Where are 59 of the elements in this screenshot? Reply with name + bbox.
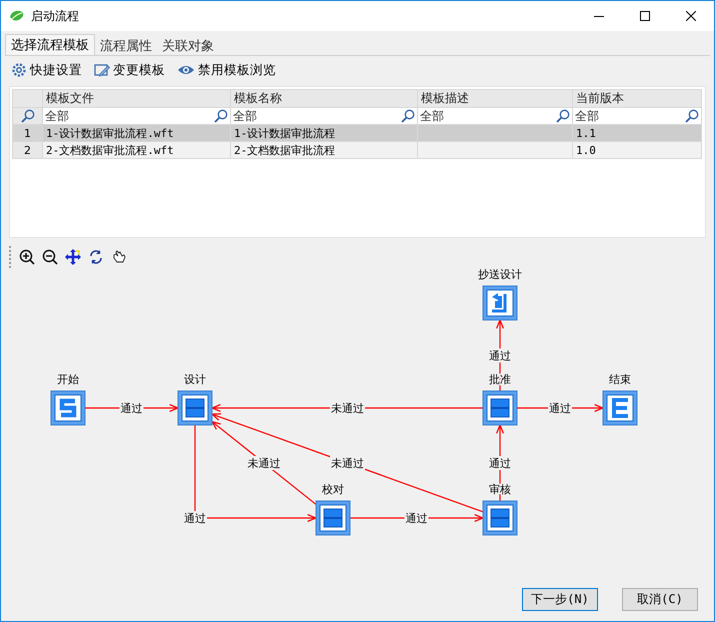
- task-node: [482, 390, 518, 426]
- start-node: [50, 390, 86, 426]
- column-header[interactable]: 当前版本: [572, 90, 702, 108]
- table-cell[interactable]: 1-设计数据审批流程: [230, 124, 418, 142]
- zoom-out-icon[interactable]: [42, 249, 58, 265]
- zoom-in-icon[interactable]: [19, 249, 35, 265]
- end-node: [602, 390, 638, 426]
- tab[interactable]: 流程属性: [95, 36, 157, 55]
- edge-label: 未通过: [246, 456, 282, 470]
- search-icon: [214, 109, 228, 123]
- dialog-button[interactable]: 取消(C): [622, 588, 698, 611]
- edge-label: 通过: [120, 401, 144, 415]
- row-number: 1: [12, 124, 42, 142]
- search-icon: [20, 109, 34, 123]
- table-cell[interactable]: 1.0: [572, 142, 702, 158]
- column-header[interactable]: 模板文件: [42, 90, 230, 108]
- column-header[interactable]: 模板名称: [230, 90, 418, 108]
- edge-label: 通过: [548, 401, 572, 415]
- edge-label: 未通过: [330, 456, 365, 470]
- node-label: 校对: [322, 483, 344, 496]
- node-label: 设计: [184, 373, 206, 386]
- toolbar-button[interactable]: 快捷设置: [9, 62, 84, 78]
- search-icon: [401, 109, 415, 123]
- node-label: 开始: [57, 373, 79, 386]
- table-cell[interactable]: 2-文档数据审批流程: [230, 142, 418, 158]
- search-icon: [556, 109, 570, 123]
- table-cell[interactable]: 2-文档数据审批流程.wft: [42, 142, 230, 158]
- row-number: 2: [12, 142, 42, 158]
- maximize-icon: [640, 11, 650, 21]
- window-title: 启动流程: [31, 8, 80, 24]
- edge-label: 未通过: [330, 401, 365, 415]
- edge-label: 通过: [488, 348, 512, 362]
- close-icon: [686, 11, 696, 21]
- copy-node: [482, 286, 518, 320]
- task-node: [482, 500, 518, 536]
- hand-icon[interactable]: [111, 249, 127, 265]
- node-label: 批准: [489, 373, 511, 386]
- tab[interactable]: 选择流程模板: [5, 34, 95, 55]
- leaf-icon: [9, 9, 25, 23]
- node-label: 抄送设计: [478, 268, 522, 281]
- edge-label: 通过: [183, 511, 207, 525]
- refresh-icon[interactable]: [88, 249, 104, 265]
- task-node: [316, 500, 350, 536]
- edit-icon: [94, 62, 110, 78]
- move-icon[interactable]: [65, 249, 81, 265]
- search-icon: [685, 109, 699, 123]
- edge-label: 通过: [488, 456, 512, 470]
- dialog-button[interactable]: 下一步(N): [522, 588, 598, 611]
- column-header[interactable]: 模板描述: [418, 90, 572, 108]
- toolbar-button[interactable]: 变更模板: [92, 62, 167, 78]
- task-node: [178, 390, 212, 426]
- edge-label: 通过: [404, 511, 428, 525]
- eye-icon: [177, 64, 195, 76]
- tab[interactable]: 关联对象: [157, 36, 219, 55]
- table-cell[interactable]: 1.1: [572, 124, 702, 142]
- node-label: 结束: [609, 373, 631, 386]
- toolbar-button[interactable]: 禁用模板浏览: [175, 62, 278, 78]
- gear-icon: [11, 62, 27, 78]
- table-cell[interactable]: 1-设计数据审批流程.wft: [42, 124, 230, 142]
